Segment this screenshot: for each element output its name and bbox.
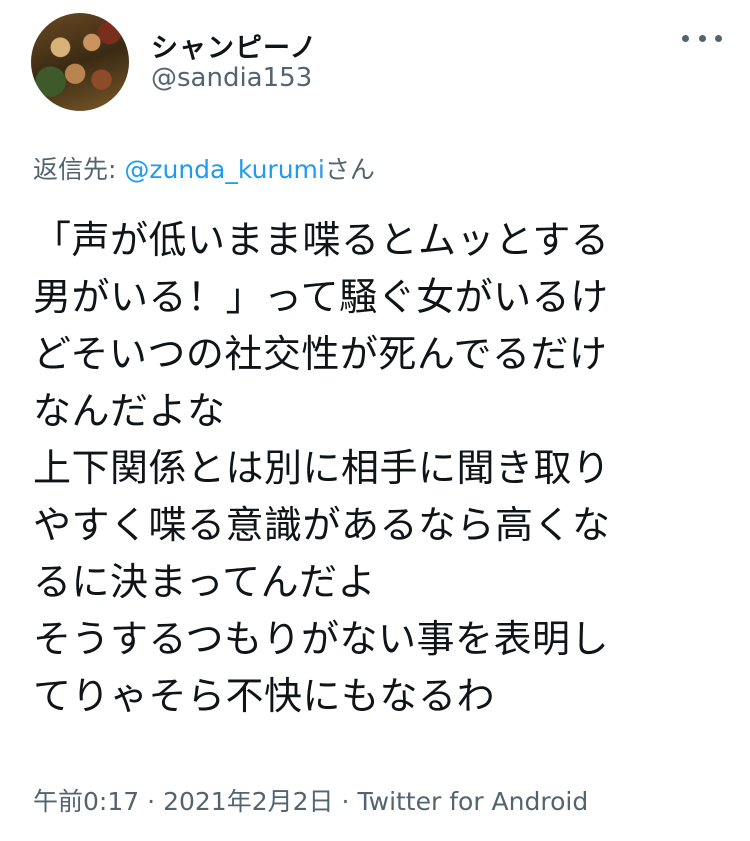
tweet-text-line: どそいつの社交性が死んでるだけ [33,332,608,376]
reply-mention-link[interactable]: @zunda_kurumi [124,155,324,184]
tweet-text-line: 「声が低いまま喋るとムッとする [33,218,610,262]
tweet-text-line: そうするつもりがない事を表明し [33,617,609,661]
tweet-text-line: てりゃそら不快にもなるわ [33,674,496,718]
tweet-text: 「声が低いまま喋るとムッとする 男がいる！」って騒ぐ女がいるけ どそいつの社交性… [33,212,723,725]
tweet-time[interactable]: 午前0:17 [33,787,139,816]
reply-to-prefix: 返信先: [33,155,125,184]
meta-separator: · [147,787,156,816]
tweet-text-line: るに決まってんだよ [33,560,377,604]
reply-to-suffix: さん [324,155,375,184]
reply-to-line: 返信先: @zunda_kurumiさん [33,150,375,186]
tweet-source[interactable]: Twitter for Android [357,787,588,816]
tweet-text-line: なんだよな [33,389,226,433]
tweet-metadata: 午前0:17 · 2021年2月2日 · Twitter for Android [33,782,588,818]
avatar[interactable] [31,13,129,111]
user-handle[interactable]: @sandia153 [151,63,312,93]
display-name[interactable]: シャンピーノ [151,26,317,65]
more-options-button[interactable] [682,28,722,48]
meta-separator: · [341,787,350,816]
more-dot [715,34,722,42]
tweet-text-line: 上下関係とは別に相手に聞き取り [33,446,611,490]
more-dot [698,34,706,42]
tweet-text-line: やすく喋る意識があるなら高くな [33,503,611,547]
tweet-date[interactable]: 2021年2月2日 [163,787,333,816]
tweet-text-line: 男がいる！」って騒ぐ女がいるけ [33,275,609,319]
more-horizontal-icon [682,34,689,42]
tweet-detail: シャンピーノ @sandia153 返信先: @zunda_kurumiさん 「… [0,0,750,841]
